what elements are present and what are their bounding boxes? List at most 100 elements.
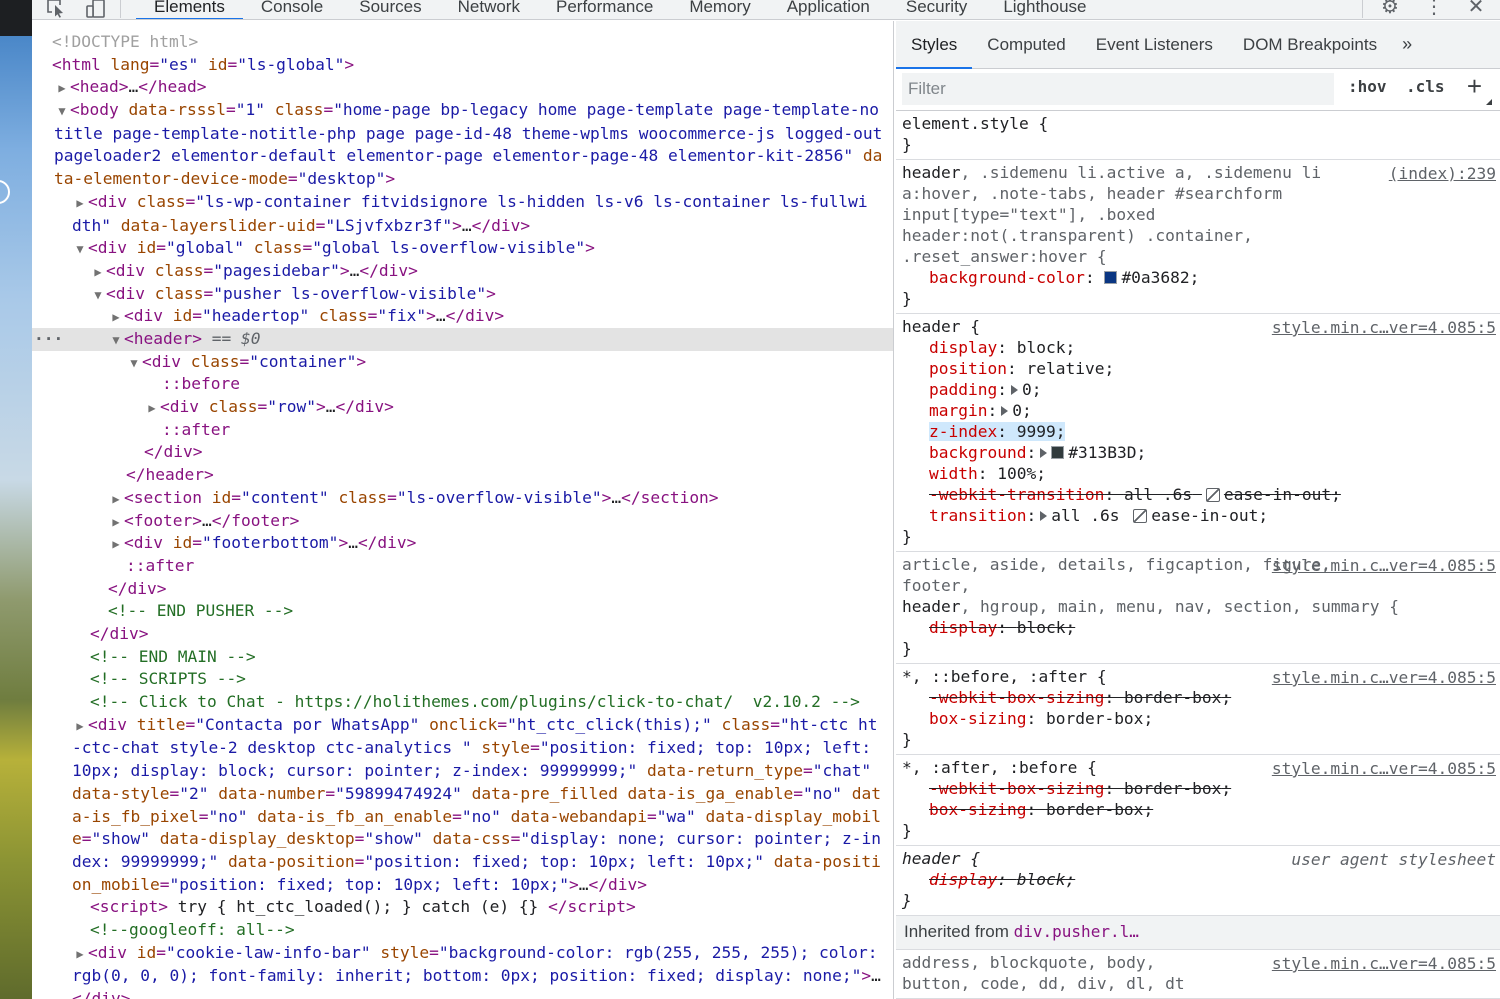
decl-transition[interactable]: transition: all .6s ease-in-out; <box>902 505 1494 526</box>
collapse-arrow-icon[interactable]: ▼ <box>108 329 124 352</box>
dom-line-pusher-close[interactable]: </div> <box>32 578 893 601</box>
collapse-arrow-icon[interactable]: ▼ <box>54 100 70 123</box>
tab-elements[interactable]: Elements <box>136 0 243 19</box>
dom-line-doctype[interactable]: <!DOCTYPE html> <box>32 31 893 54</box>
tab-network[interactable]: Network <box>440 0 538 19</box>
expand-shorthand-icon[interactable] <box>1010 385 1018 395</box>
decl-background-color[interactable]: background-color: #0a3682; <box>902 267 1494 288</box>
tab-application[interactable]: Application <box>769 0 888 19</box>
dom-line-div-close[interactable]: </div> <box>32 441 893 464</box>
tab-styles[interactable]: Styles <box>896 21 973 69</box>
dom-line-head[interactable]: ▶ <head>…</head> <box>32 76 893 99</box>
dom-line-after[interactable]: ::after <box>32 419 893 442</box>
dom-line-script[interactable]: <script> try { ht_ctc_loaded(); } catch … <box>32 896 893 919</box>
rule-source-link[interactable]: style.min.c…ver=4.085:5 <box>1272 667 1496 688</box>
color-swatch-icon[interactable] <box>1051 446 1065 459</box>
inherited-node-link[interactable]: div.pusher.l… <box>1014 922 1139 941</box>
decl-position[interactable]: position: relative; <box>902 358 1494 379</box>
decl-webkit-box-sizing-overridden[interactable]: -webkit-box-sizing: border-box; <box>902 687 1494 708</box>
collapse-arrow-icon[interactable]: ▼ <box>72 238 88 261</box>
tab-console[interactable]: Console <box>243 0 341 19</box>
style-rule-user-agent-header[interactable]: user agent stylesheet header { display: … <box>896 846 1500 916</box>
tab-security[interactable]: Security <box>888 0 985 19</box>
dom-line-header-selected[interactable]: ··· ▼ <header> == $0 <box>32 328 893 351</box>
dom-line-comment-googleoff[interactable]: <!--googleoff: all--> <box>32 919 893 942</box>
cls-toggle-button[interactable]: .cls <box>1406 77 1445 96</box>
dom-line-pusher-after[interactable]: ::after <box>32 555 893 578</box>
dom-line-comment-scripts[interactable]: <!-- SCRIPTS --> <box>32 668 893 691</box>
new-rule-menu-corner-icon[interactable] <box>1486 99 1492 105</box>
expand-arrow-icon[interactable]: ▶ <box>72 715 88 738</box>
dom-line-pusher[interactable]: ▼ <div class="pusher ls-overflow-visible"… <box>32 283 893 306</box>
decl-box-sizing-overridden[interactable]: box-sizing: border-box; <box>902 799 1494 820</box>
dom-line-section[interactable]: ▶ <section id="content" class="ls-overflo… <box>32 487 893 510</box>
dom-line-container[interactable]: ▼ <div class="container"> <box>32 351 893 374</box>
rule-source-link[interactable]: (index):239 <box>1389 163 1496 184</box>
rule-source-link[interactable]: style.min.c…ver=4.085:5 <box>1272 953 1496 974</box>
dom-line-comment-end-main[interactable]: <!-- END MAIN --> <box>32 646 893 669</box>
dom-line-global[interactable]: ▼ <div id="global" class="global ls-overf… <box>32 237 893 260</box>
easing-editor-icon[interactable] <box>1205 488 1220 502</box>
dom-line-ls-container[interactable]: ▶ <div class="ls-wp-container fitvidsigno… <box>32 191 893 237</box>
style-rule-universal-1[interactable]: style.min.c…ver=4.085:5 *, ::before, :af… <box>896 664 1500 755</box>
dom-line-pagesidebar[interactable]: ▶ <div class="pagesidebar">…</div> <box>32 260 893 283</box>
styles-filter-input[interactable] <box>902 73 1334 105</box>
decl-padding[interactable]: padding: 0; <box>902 379 1494 400</box>
tab-computed[interactable]: Computed <box>972 21 1080 69</box>
tab-sources[interactable]: Sources <box>341 0 439 19</box>
decl-margin[interactable]: margin: 0; <box>902 400 1494 421</box>
dom-line-global-close[interactable]: </div> <box>32 623 893 646</box>
rule-source-link[interactable]: style.min.c…ver=4.085:5 <box>1272 555 1496 576</box>
rule-source-link[interactable]: style.min.c…ver=4.085:5 <box>1272 758 1496 779</box>
decl-width[interactable]: width: 100%; <box>902 463 1494 484</box>
dom-line-html[interactable]: <html lang="es" id="ls-global"> <box>32 54 893 77</box>
tab-performance[interactable]: Performance <box>538 0 671 19</box>
expand-arrow-icon[interactable]: ▶ <box>108 306 124 329</box>
decl-webkit-box-sizing-overridden[interactable]: -webkit-box-sizing: border-box; <box>902 778 1494 799</box>
elements-dom-tree[interactable]: <!DOCTYPE html> <html lang="es" id="ls-g… <box>32 21 894 999</box>
rule-source-link[interactable]: style.min.c…ver=4.085:5 <box>1272 317 1496 338</box>
close-icon[interactable]: ✕ <box>1464 0 1488 18</box>
expand-arrow-icon[interactable]: ▶ <box>72 943 88 966</box>
dom-line-footerbottom[interactable]: ▶ <div id="footerbottom">…</div> <box>32 532 893 555</box>
expand-shorthand-icon[interactable] <box>1001 406 1009 416</box>
expand-arrow-icon[interactable]: ▶ <box>54 77 70 100</box>
decl-display-overridden[interactable]: display: block; <box>902 617 1494 638</box>
tab-dom-breakpoints[interactable]: DOM Breakpoints <box>1228 21 1392 69</box>
dom-line-cookie-bar[interactable]: ▶ <div id="cookie-law-info-bar" style="ba… <box>32 942 893 999</box>
tab-memory[interactable]: Memory <box>671 0 768 19</box>
inspect-element-icon[interactable] <box>44 0 68 18</box>
dom-line-footer[interactable]: ▶ <footer>…</footer> <box>32 510 893 533</box>
hov-toggle-button[interactable]: :hov <box>1348 77 1387 96</box>
more-tabs-chevron-icon[interactable]: » <box>1392 34 1422 55</box>
dom-line-before[interactable]: ::before <box>32 373 893 396</box>
color-swatch-icon[interactable] <box>1104 271 1118 284</box>
tab-event-listeners[interactable]: Event Listeners <box>1081 21 1228 69</box>
expand-arrow-icon[interactable]: ▶ <box>108 511 124 534</box>
style-rule-universal-2[interactable]: style.min.c…ver=4.085:5 *, :after, :befo… <box>896 755 1500 846</box>
dom-line-comment-end-pusher[interactable]: <!-- END PUSHER --> <box>32 600 893 623</box>
decl-background[interactable]: background: #313B3D; <box>902 442 1494 463</box>
decl-display[interactable]: display: block; <box>902 337 1494 358</box>
collapse-arrow-icon[interactable]: ▼ <box>90 284 106 307</box>
expand-arrow-icon[interactable]: ▶ <box>90 261 106 284</box>
expand-shorthand-icon[interactable] <box>1040 511 1048 521</box>
device-toolbar-icon[interactable] <box>84 0 108 18</box>
decl-z-index[interactable]: z-index: 9999; <box>902 421 1494 442</box>
expand-arrow-icon[interactable]: ▶ <box>72 192 88 215</box>
easing-editor-icon[interactable] <box>1133 509 1148 523</box>
dom-line-comment-click-to-chat[interactable]: <!-- Click to Chat - https://holithemes.… <box>32 691 893 714</box>
expand-shorthand-icon[interactable] <box>1040 448 1048 458</box>
collapse-arrow-icon[interactable]: ▼ <box>126 352 142 375</box>
style-rule-element-style[interactable]: element.style { } <box>896 111 1500 160</box>
dom-line-body[interactable]: ▼ <body data-rsssl="1" class="home-page b… <box>32 99 893 191</box>
new-style-rule-icon[interactable]: + <box>1467 71 1482 102</box>
dom-line-row[interactable]: ▶ <div class="row">…</div> <box>32 396 893 419</box>
style-rule-html5-elements[interactable]: style.min.c…ver=4.085:5 article, aside, … <box>896 552 1500 664</box>
decl-webkit-transition-overridden[interactable]: -webkit-transition: all .6s ease-in-out; <box>902 484 1494 505</box>
dom-line-header-close[interactable]: </header> <box>32 464 893 487</box>
settings-gear-icon[interactable]: ⚙ <box>1378 0 1402 18</box>
decl-box-sizing[interactable]: box-sizing: border-box; <box>902 708 1494 729</box>
style-rule-header[interactable]: style.min.c…ver=4.085:5 header { display… <box>896 314 1500 552</box>
expand-arrow-icon[interactable]: ▶ <box>144 397 160 420</box>
